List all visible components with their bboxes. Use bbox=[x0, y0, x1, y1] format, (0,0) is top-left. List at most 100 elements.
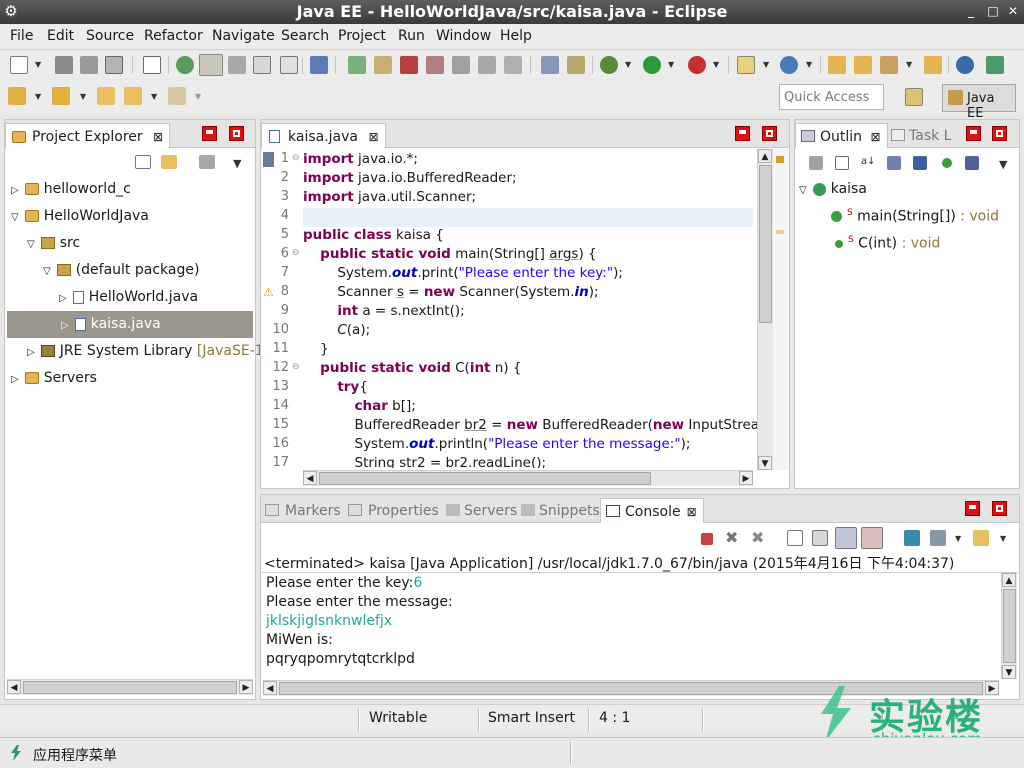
fold-toggle-icon[interactable]: ⊖ bbox=[292, 362, 300, 372]
explorer-hscrollbar[interactable]: ◀ ▶ bbox=[7, 679, 253, 695]
menu-source[interactable]: Source bbox=[86, 28, 134, 44]
tree-item-jre-library[interactable]: ▷ JRE System Library [JavaSE-1.7] bbox=[5, 338, 282, 365]
collapse-arrow-icon[interactable]: ▽ bbox=[43, 266, 51, 277]
block-selection-icon[interactable] bbox=[228, 56, 246, 74]
scroll-right-icon[interactable]: ▶ bbox=[985, 681, 999, 695]
clear-console-icon[interactable] bbox=[787, 530, 803, 546]
outline-item-c[interactable]: S C(int) : void bbox=[795, 230, 1019, 257]
debug-icon[interactable] bbox=[600, 56, 618, 74]
code-area[interactable]: import java.io.*; import java.io.Buffere… bbox=[303, 149, 769, 468]
maximize-panel-icon[interactable] bbox=[992, 501, 1007, 516]
link-with-editor-icon[interactable] bbox=[161, 155, 177, 169]
tree-item-helloworld-c[interactable]: ▷ helloworld_c bbox=[5, 176, 255, 203]
maximize-panel-icon[interactable] bbox=[762, 126, 777, 141]
external-tools-icon[interactable] bbox=[688, 56, 706, 74]
open-task-icon[interactable] bbox=[854, 56, 872, 74]
collapse-all-icon[interactable] bbox=[835, 156, 849, 170]
java-ee-perspective-button[interactable]: Java EE bbox=[942, 84, 1016, 121]
open-console-dropdown-icon[interactable]: ▼ bbox=[1000, 534, 1006, 543]
tab-project-explorer[interactable]: Project Explorer ⊠ bbox=[5, 123, 171, 148]
scroll-thumb[interactable] bbox=[759, 165, 772, 323]
maximize-panel-icon[interactable] bbox=[229, 126, 244, 141]
tree-item-servers[interactable]: ▷ Servers bbox=[5, 365, 255, 392]
minimize-panel-icon[interactable] bbox=[965, 501, 980, 516]
collapse-arrow-icon[interactable]: ▽ bbox=[799, 185, 807, 196]
scroll-right-icon[interactable]: ▶ bbox=[739, 471, 753, 485]
mark-occurrences-icon[interactable] bbox=[199, 54, 223, 76]
new-icon[interactable] bbox=[10, 56, 28, 74]
pin-console-icon[interactable] bbox=[904, 530, 920, 546]
show-on-output-icon[interactable] bbox=[835, 527, 857, 549]
menu-refactor[interactable]: Refactor bbox=[144, 28, 203, 44]
hide-nonpublic-icon[interactable] bbox=[942, 158, 952, 168]
close-icon[interactable]: ✕ bbox=[1006, 4, 1020, 18]
editor-hscrollbar[interactable]: ◀ ▶ bbox=[303, 470, 753, 486]
new-dropdown-icon[interactable]: ▼ bbox=[35, 60, 41, 69]
expand-arrow-icon[interactable]: ▷ bbox=[11, 185, 19, 196]
minimize-panel-icon[interactable] bbox=[966, 126, 981, 141]
collapse-arrow-icon[interactable]: ▽ bbox=[11, 212, 19, 223]
menu-window[interactable]: Window bbox=[436, 28, 491, 44]
step-over-icon[interactable] bbox=[478, 56, 496, 74]
forward-dropdown-icon[interactable]: ▼ bbox=[195, 92, 201, 101]
disconnect-icon[interactable] bbox=[426, 56, 444, 74]
menu-file[interactable]: File bbox=[10, 28, 33, 44]
menu-help[interactable]: Help bbox=[500, 28, 532, 44]
new-class-dropdown-icon[interactable]: ▼ bbox=[806, 60, 812, 69]
console-vscrollbar[interactable]: ▲ ▼ bbox=[1001, 573, 1017, 679]
tab-task-list[interactable]: Task L bbox=[889, 123, 957, 148]
menu-project[interactable]: Project bbox=[338, 28, 386, 44]
tab-console[interactable]: Console ⊠ bbox=[600, 498, 704, 523]
step-return-icon[interactable] bbox=[504, 56, 522, 74]
scroll-left-icon[interactable]: ◀ bbox=[7, 680, 21, 694]
show-whitespace-icon[interactable] bbox=[253, 56, 271, 74]
sync-icon[interactable] bbox=[809, 156, 823, 170]
save-all-icon[interactable] bbox=[80, 56, 98, 74]
quick-access-input[interactable]: Quick Access bbox=[779, 84, 884, 110]
tab-outline[interactable]: Outlin ⊠ bbox=[795, 123, 888, 148]
open-perspective-icon[interactable] bbox=[905, 88, 923, 106]
close-tab-icon[interactable]: ⊠ bbox=[687, 505, 697, 519]
skip-breakpoints-icon[interactable] bbox=[310, 56, 328, 74]
outline-item-main[interactable]: S main(String[]) : void bbox=[795, 203, 1019, 230]
console-hscrollbar[interactable]: ◀ ▶ bbox=[263, 680, 999, 696]
fold-toggle-icon[interactable]: ⊖ bbox=[292, 153, 300, 163]
scroll-thumb[interactable] bbox=[279, 682, 983, 695]
tab-snippets[interactable]: Snippets bbox=[517, 498, 606, 523]
paragraph-icon[interactable] bbox=[280, 56, 298, 74]
scroll-up-icon[interactable]: ▲ bbox=[758, 149, 772, 163]
tab-kaisa-java[interactable]: kaisa.java ⊠ bbox=[261, 123, 386, 148]
web-browser-icon[interactable] bbox=[956, 56, 974, 74]
terminate-icon[interactable] bbox=[400, 56, 418, 74]
overview-ruler[interactable] bbox=[773, 149, 789, 470]
hide-local-types-icon[interactable] bbox=[965, 156, 979, 170]
menu-run[interactable]: Run bbox=[398, 28, 425, 44]
terminate-icon[interactable] bbox=[701, 533, 713, 545]
scroll-right-icon[interactable]: ▶ bbox=[239, 680, 253, 694]
hide-static-icon[interactable] bbox=[913, 156, 927, 170]
display-console-dropdown-icon[interactable]: ▼ bbox=[955, 534, 961, 543]
collapse-arrow-icon[interactable]: ▽ bbox=[27, 239, 35, 250]
close-tab-icon[interactable]: ⊠ bbox=[368, 130, 378, 144]
forward-icon[interactable] bbox=[168, 87, 186, 105]
search-dropdown-icon[interactable]: ▼ bbox=[906, 60, 912, 69]
open-file-icon[interactable] bbox=[924, 56, 942, 74]
remove-launch-icon[interactable]: ✖ bbox=[725, 530, 741, 546]
show-on-error-icon[interactable] bbox=[861, 527, 883, 549]
expand-arrow-icon[interactable]: ▷ bbox=[11, 374, 19, 385]
tab-servers[interactable]: Servers bbox=[442, 498, 523, 523]
print-icon[interactable] bbox=[105, 56, 123, 74]
scroll-thumb[interactable] bbox=[1003, 589, 1016, 663]
use-step-filters-icon[interactable] bbox=[567, 56, 585, 74]
hide-fields-icon[interactable] bbox=[887, 156, 901, 170]
prev-annotation-icon[interactable] bbox=[52, 87, 70, 105]
scroll-left-icon[interactable]: ◀ bbox=[303, 471, 317, 485]
next-annotation-icon[interactable] bbox=[8, 87, 26, 105]
close-tab-icon[interactable]: ⊠ bbox=[153, 130, 163, 144]
occurrence-marker[interactable] bbox=[776, 230, 784, 234]
search-tool-icon[interactable] bbox=[880, 56, 898, 74]
new-project-dropdown-icon[interactable]: ▼ bbox=[763, 60, 769, 69]
tree-item-helloworld-java[interactable]: ▷ HelloWorld.java bbox=[5, 284, 255, 311]
tree-item-src[interactable]: ▽ src bbox=[5, 230, 255, 257]
scroll-down-icon[interactable]: ▼ bbox=[758, 456, 772, 470]
